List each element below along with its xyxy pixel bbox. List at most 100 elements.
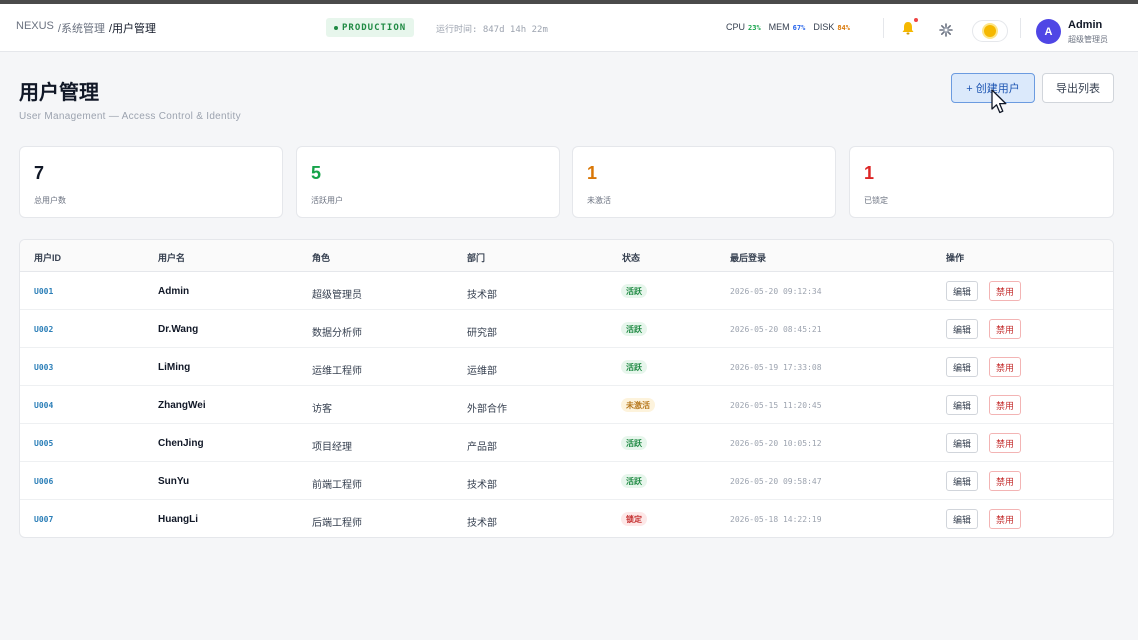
department-cell: 技术部 [467,480,497,491]
stat-label: 总用户数 [34,196,66,205]
disable-button[interactable]: 禁用 [989,471,1022,491]
table-header: 用户ID 用户名 角色 部门 状态 最后登录 操作 [20,240,1113,272]
edit-button[interactable]: 编辑 [946,433,979,453]
department-cell: 产品部 [467,442,497,453]
disable-button[interactable]: 禁用 [989,395,1022,415]
column-header-role: 角色 [312,253,331,263]
metric-mem: MEM 67% [769,22,806,32]
disable-button[interactable]: 禁用 [989,509,1022,529]
bell-icon[interactable] [900,20,916,36]
system-metrics: CPU 23% MEM 67% DISK 84% [726,22,850,32]
department-cell: 技术部 [467,290,497,301]
page-subtitle: User Management — Access Control & Ident… [19,111,241,122]
edit-button[interactable]: 编辑 [946,281,979,301]
theme-toggle[interactable] [972,20,1008,42]
breadcrumb: NEXUS /系统管理 /用户管理 [16,20,156,36]
status-badge: 活跃 [621,284,647,298]
status-badge: 活跃 [621,436,647,450]
stat-value: 1 [864,163,875,183]
disable-button[interactable]: 禁用 [989,433,1022,453]
user-table: 用户ID 用户名 角色 部门 状态 最后登录 操作 U001 Admin 超级管理员… [19,239,1114,538]
edit-button[interactable]: 编辑 [946,395,979,415]
uptime-readout: 运行时间: 847d 14h 22m [436,25,548,35]
stat-label: 活跃用户 [311,196,343,205]
username-cell: Dr.Wang [158,324,199,335]
role-cell: 后端工程师 [312,518,362,529]
metric-value: 23% [748,24,761,32]
stat-card-inactive: 1 未激活 [572,146,836,218]
edit-button[interactable]: 编辑 [946,509,979,529]
role-cell: 超级管理员 [312,290,362,301]
top-bar: NEXUS /系统管理 /用户管理 PRODUCTION 运行时间: 847d … [0,4,1138,52]
user-id-link[interactable]: U006 [34,477,53,486]
role-cell: 访客 [312,404,332,415]
metric-name: DISK [813,22,835,32]
username-cell: Admin [158,286,190,297]
breadcrumb-current: /用户管理 [108,23,157,35]
user-id-link[interactable]: U004 [34,401,53,410]
table-row[interactable]: U003 LiMing 运维工程师 运维部 活跃 2026-05-19 17:33:08 编… [20,348,1113,386]
metric-value: 84% [837,24,850,32]
disable-button[interactable]: 禁用 [989,281,1022,301]
table-row[interactable]: U006 SunYu 前端工程师 技术部 活跃 2026-05-20 09:58:47 编辑… [20,462,1113,500]
last-login-cell: 2026-05-20 09:58:47 [730,477,822,486]
table-row[interactable]: U002 Dr.Wang 数据分析师 研究部 活跃 2026-05-20 08:45:21… [20,310,1113,348]
disable-button[interactable]: 禁用 [989,319,1022,339]
table-row[interactable]: U004 ZhangWei 访客 外部合作 未激活 2026-05-15 11:20:45… [20,386,1113,424]
stat-label: 已锁定 [864,196,888,205]
metric-name: CPU [726,22,746,32]
column-header-department: 部门 [467,253,486,263]
user-id-link[interactable]: U005 [34,439,53,448]
department-cell: 运维部 [467,366,497,377]
metric-cpu: CPU 23% [726,22,761,32]
status-badge: 活跃 [621,474,647,488]
column-header-id: 用户ID [34,253,62,263]
stat-card-total: 7 总用户数 [19,146,283,218]
username-cell: ChenJing [158,438,204,449]
table-row[interactable]: U001 Admin 超级管理员 技术部 活跃 2026-05-20 09:12:34 编辑… [20,272,1113,310]
table-row[interactable]: U007 HuangLi 后端工程师 技术部 锁定 2026-05-18 14:22:19… [20,500,1113,537]
edit-button[interactable]: 编辑 [946,471,979,491]
role-cell: 数据分析师 [312,328,362,339]
status-dot-icon [334,25,338,30]
user-id-link[interactable]: U002 [34,325,53,334]
last-login-cell: 2026-05-20 09:12:34 [730,287,822,296]
column-header-actions: 操作 [946,253,965,263]
edit-button[interactable]: 编辑 [946,357,979,377]
metric-name: MEM [768,22,790,32]
user-id-link[interactable]: U003 [34,363,53,372]
user-name: Admin [1068,19,1103,31]
divider [883,18,884,38]
metric-value: 67% [792,24,806,32]
last-login-cell: 2026-05-19 17:33:08 [730,363,822,372]
disable-button[interactable]: 禁用 [989,357,1022,377]
role-cell: 运维工程师 [312,366,362,377]
username-cell: LiMing [158,362,191,373]
avatar[interactable]: A [1036,19,1061,44]
stat-label: 未激活 [587,196,611,205]
role-cell: 前端工程师 [312,480,362,491]
stat-card-active: 5 活跃用户 [296,146,560,218]
gear-icon[interactable] [939,23,953,37]
user-id-link[interactable]: U007 [34,515,53,524]
export-list-button[interactable]: 导出列表 [1042,73,1114,103]
last-login-cell: 2026-05-20 08:45:21 [730,325,822,334]
breadcrumb-root[interactable]: NEXUS [16,20,54,36]
user-id-link[interactable]: U001 [34,287,53,296]
sun-icon [984,25,996,37]
stat-value: 7 [34,163,45,183]
column-header-last-login: 最后登录 [730,253,767,263]
notification-dot-icon [914,18,918,22]
environment-label: PRODUCTION [342,22,407,33]
column-header-status: 状态 [622,253,641,263]
stat-card-locked: 1 已锁定 [849,146,1114,218]
edit-button[interactable]: 编辑 [946,319,979,339]
table-row[interactable]: U005 ChenJing 项目经理 产品部 活跃 2026-05-20 10:05:12… [20,424,1113,462]
department-cell: 技术部 [467,518,497,529]
username-cell: SunYu [158,476,190,487]
breadcrumb-section[interactable]: /系统管理 [58,20,105,36]
metric-disk: DISK 84% [813,22,850,32]
stat-value: 5 [311,163,322,183]
environment-badge: PRODUCTION [326,18,415,37]
department-cell: 研究部 [467,328,497,339]
